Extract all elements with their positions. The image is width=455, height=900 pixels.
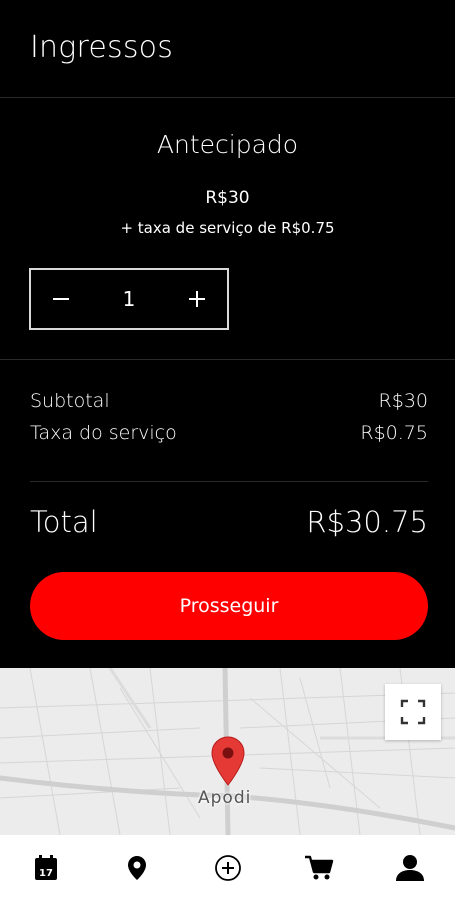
add-circle-icon xyxy=(214,854,241,881)
map-view[interactable]: Apodi xyxy=(0,668,455,835)
quantity-value[interactable]: 1 xyxy=(91,270,167,328)
plus-icon xyxy=(189,291,205,307)
total-value: R$30.75 xyxy=(306,505,428,539)
service-fee-label: Taxa do serviço xyxy=(30,422,177,444)
map-pin-icon[interactable] xyxy=(211,736,245,790)
location-pin-icon xyxy=(127,855,146,880)
minus-icon xyxy=(53,298,69,300)
tab-add[interactable] xyxy=(182,835,273,900)
map-place-label: Apodi xyxy=(198,788,252,808)
divider xyxy=(30,481,428,482)
service-fee-value: R$0.75 xyxy=(360,422,428,444)
ticket-price: R$30 xyxy=(205,188,250,208)
calendar-icon: 17 xyxy=(34,854,57,880)
total-label: Total xyxy=(30,505,98,539)
proceed-button[interactable]: Prosseguir xyxy=(30,572,428,640)
user-icon xyxy=(395,854,424,881)
header: Ingressos xyxy=(0,0,455,98)
ticket-card: Antecipado R$30 + taxa de serviço de R$0… xyxy=(0,98,455,360)
service-fee-row: Taxa do serviço R$0.75 xyxy=(30,422,428,454)
tab-cart[interactable] xyxy=(273,835,364,900)
subtotal-value: R$30 xyxy=(378,390,428,412)
total-row: Total R$30.75 xyxy=(30,505,428,547)
increment-button[interactable] xyxy=(167,270,227,328)
subtotal-label: Subtotal xyxy=(30,390,110,412)
order-summary: Subtotal R$30 Taxa do serviço R$0.75 xyxy=(30,390,428,454)
cart-icon xyxy=(304,855,333,879)
quantity-stepper: 1 xyxy=(29,268,229,330)
tab-location[interactable] xyxy=(91,835,182,900)
fullscreen-button[interactable] xyxy=(385,684,441,740)
ticket-name: Antecipado xyxy=(156,130,299,159)
ticket-fee-note: + taxa de serviço de R$0.75 xyxy=(120,219,335,237)
decrement-button[interactable] xyxy=(31,270,91,328)
fullscreen-icon xyxy=(400,699,426,725)
tab-profile[interactable] xyxy=(364,835,455,900)
tab-calendar[interactable]: 17 xyxy=(0,835,91,900)
subtotal-row: Subtotal R$30 xyxy=(30,390,428,422)
bottom-tab-bar: 17 xyxy=(0,835,455,900)
calendar-day-text: 17 xyxy=(39,868,53,879)
page-title: Ingressos xyxy=(30,30,174,65)
